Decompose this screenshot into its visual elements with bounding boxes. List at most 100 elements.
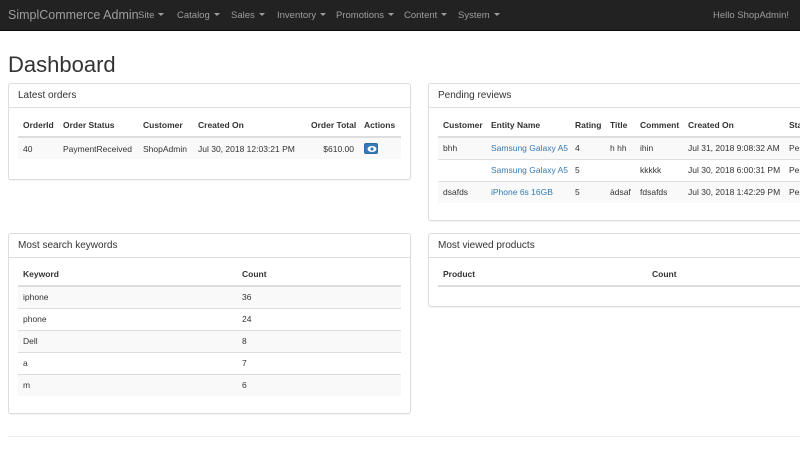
panel-heading: Most viewed products (438, 240, 535, 251)
search-keywords-table: Keyword Count iphone 36 phone 24 Dell 8 a7 … (18, 263, 401, 396)
review-rating: 5 (570, 158, 605, 181)
review-rating: 5 (570, 180, 605, 203)
column-header[interactable]: Count (237, 263, 401, 287)
review-created-on: Jul 30, 2018 1:42:29 PM (683, 180, 784, 203)
review-customer: bhh (438, 136, 486, 159)
eye-icon (367, 146, 377, 153)
user-greeting-link[interactable]: Hello ShopAdmin! (713, 10, 789, 21)
review-status: Pen (784, 158, 800, 181)
column-header[interactable]: Order Total (306, 114, 359, 138)
table-row: 40 PaymentReceived ShopAdmin Jul 30, 201… (18, 136, 401, 159)
table-row: iphone 36 (18, 285, 401, 308)
caret-down-icon (158, 13, 165, 16)
column-header[interactable]: Created On (683, 114, 784, 138)
review-created-on: Jul 31, 2018 9:08:32 AM (683, 136, 784, 159)
column-header[interactable]: Rating (570, 114, 605, 138)
nav-inventory[interactable]: Inventory (277, 10, 327, 21)
keyword: Dell (18, 329, 237, 352)
keyword: phone (18, 307, 237, 330)
column-header[interactable]: Count (647, 263, 800, 287)
table-row: a7 (18, 351, 401, 374)
brand-link[interactable]: SimplCommerce Admin (8, 8, 139, 22)
page-title: Dashboard (8, 52, 116, 77)
column-header[interactable]: Keyword (18, 263, 237, 287)
viewed-products-table: Product Count (438, 263, 800, 287)
keyword-count: 36 (237, 285, 401, 308)
keyword-count: 8 (237, 329, 401, 352)
review-title: àdsaf (605, 180, 635, 203)
nav-system-label: System (458, 10, 490, 21)
viewed-products-panel: Most viewed products Product Count (428, 233, 800, 307)
column-header[interactable]: Product (438, 263, 647, 287)
keyword-count: 6 (237, 373, 401, 396)
order-id: 40 (18, 136, 58, 159)
column-header[interactable]: Order Status (58, 114, 138, 138)
panel-divider (429, 107, 800, 108)
column-header[interactable]: Comment (635, 114, 683, 138)
latest-orders-table: OrderId Order Status Customer Created On… (18, 114, 401, 159)
column-header[interactable]: Entity Name (486, 114, 570, 138)
review-customer (438, 158, 486, 181)
panel-divider (9, 107, 410, 108)
caret-down-icon (320, 13, 327, 16)
top-navbar: SimplCommerce Admin Site Catalog Sales I… (0, 0, 800, 31)
table-row: dsafds iPhone 6s 16GB 5 àdsaf fdsafds Ju… (438, 180, 800, 203)
nav-promotions-label: Promotions (336, 10, 385, 21)
review-customer: dsafds (438, 180, 486, 203)
column-header[interactable]: Created On (193, 114, 306, 138)
review-title: h hh (605, 136, 635, 159)
nav-site-label: Site (138, 10, 155, 21)
caret-down-icon (493, 13, 500, 16)
order-actions (359, 136, 401, 159)
review-comment: fdsafds (635, 180, 683, 203)
column-header[interactable]: Customer (138, 114, 193, 138)
column-header[interactable]: OrderId (18, 114, 58, 138)
panel-divider (429, 257, 800, 258)
panel-divider (9, 257, 410, 258)
pending-reviews-panel: Pending reviews Customer Entity Name Rat… (428, 83, 800, 221)
nav-inventory-label: Inventory (277, 10, 317, 21)
keyword-count: 7 (237, 351, 401, 374)
column-header[interactable]: Title (605, 114, 635, 138)
nav-promotions[interactable]: Promotions (336, 10, 395, 21)
nav-catalog[interactable]: Catalog (177, 10, 220, 21)
column-header[interactable]: Sta (784, 114, 800, 138)
review-comment: ihin (635, 136, 683, 159)
order-customer: ShopAdmin (138, 136, 193, 159)
view-order-button[interactable] (364, 143, 378, 155)
review-comment: kkkkk (635, 158, 683, 181)
nav-system[interactable]: System (458, 10, 500, 21)
order-created-on: Jul 30, 2018 12:03:21 PM (193, 136, 306, 159)
keyword-count: 24 (237, 307, 401, 330)
nav-catalog-label: Catalog (177, 10, 210, 21)
review-rating: 4 (570, 136, 605, 159)
table-row: Samsung Galaxy A5 5 kkkkk Jul 30, 2018 6… (438, 158, 800, 181)
nav-sales-label: Sales (231, 10, 255, 21)
panel-heading: Most search keywords (18, 240, 118, 251)
review-status: Pen (784, 180, 800, 203)
table-row: m6 (18, 373, 401, 396)
review-entity-link[interactable]: Samsung Galaxy A5 (486, 158, 570, 181)
review-title (605, 158, 635, 181)
review-entity-link[interactable]: iPhone 6s 16GB (486, 180, 570, 203)
footer-divider (8, 436, 800, 437)
search-keywords-panel: Most search keywords Keyword Count iphon… (8, 233, 411, 414)
nav-content-label: Content (404, 10, 438, 21)
keyword: iphone (18, 285, 237, 308)
nav-content[interactable]: Content (404, 10, 448, 21)
nav-sales[interactable]: Sales (231, 10, 265, 21)
nav-site[interactable]: Site (138, 10, 165, 21)
caret-down-icon (388, 13, 395, 16)
pending-reviews-table: Customer Entity Name Rating Title Commen… (438, 114, 800, 203)
review-created-on: Jul 30, 2018 6:00:31 PM (683, 158, 784, 181)
review-status: Pen (784, 136, 800, 159)
keyword: m (18, 373, 237, 396)
column-header: Actions (359, 114, 401, 138)
order-total: $610.00 (306, 136, 359, 159)
order-status: PaymentReceived (58, 136, 138, 159)
review-entity-link[interactable]: Samsung Galaxy A5 (486, 136, 570, 159)
panel-heading: Latest orders (18, 90, 77, 101)
caret-down-icon (213, 13, 220, 16)
keyword: a (18, 351, 237, 374)
column-header[interactable]: Customer (438, 114, 486, 138)
